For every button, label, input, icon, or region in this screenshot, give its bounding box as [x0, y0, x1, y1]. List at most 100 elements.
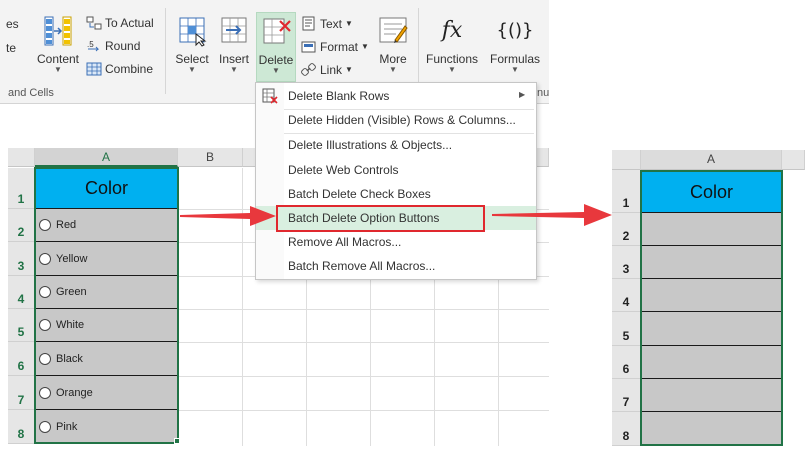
- chevron-down-icon: ▼: [511, 65, 519, 74]
- text-button[interactable]: Text ▼: [301, 16, 353, 31]
- select-all-corner[interactable]: [612, 150, 641, 170]
- more-button[interactable]: More ▼: [372, 14, 414, 74]
- cell-a8[interactable]: Pink: [35, 410, 178, 443]
- menu-item-delete-illustrations-objects[interactable]: Delete Illustrations & Objects...: [256, 133, 536, 157]
- column-header-a[interactable]: A: [35, 148, 178, 167]
- insert-button[interactable]: Insert ▼: [214, 14, 254, 74]
- radio-icon: [39, 252, 51, 265]
- chevron-down-icon: ▼: [272, 66, 280, 75]
- row-header-6[interactable]: 6: [8, 342, 35, 376]
- row-header-7[interactable]: 7: [8, 376, 35, 410]
- menu-item-batch-remove-all-macros[interactable]: Batch Remove All Macros...: [256, 254, 536, 278]
- menu-item-delete-blank-rows[interactable]: Delete Blank Rows: [256, 84, 536, 108]
- cell-a2[interactable]: [641, 213, 782, 246]
- row-header-2[interactable]: 2: [612, 213, 641, 246]
- row-header-5[interactable]: 5: [612, 312, 641, 346]
- delete-button[interactable]: Delete ▼: [256, 12, 296, 82]
- formulas-button[interactable]: {()} Formulas ▼: [486, 14, 544, 74]
- partial-label-1: es: [6, 17, 19, 31]
- option-button-black[interactable]: Black: [39, 352, 83, 365]
- row-header-4[interactable]: 4: [8, 276, 35, 309]
- cell-a7[interactable]: [641, 379, 782, 412]
- cell-a3[interactable]: [641, 246, 782, 279]
- row-header-3[interactable]: 3: [612, 246, 641, 279]
- option-button-red[interactable]: Red: [39, 219, 76, 231]
- gridline: [782, 170, 783, 446]
- row-header-7[interactable]: 7: [612, 379, 641, 412]
- content-button[interactable]: Content ▼: [34, 14, 82, 74]
- to-actual-button[interactable]: To Actual: [86, 16, 154, 30]
- cell-a7[interactable]: Orange: [35, 376, 178, 410]
- row-header-1[interactable]: 1: [612, 170, 641, 213]
- row-header-8[interactable]: 8: [8, 410, 35, 444]
- column-header-b[interactable]: B: [178, 148, 243, 167]
- insert-icon: [221, 17, 247, 43]
- cell-a1-header[interactable]: Color: [35, 168, 178, 209]
- chevron-right-icon: ▶: [519, 90, 526, 99]
- option-label: Black: [56, 352, 83, 365]
- format-label: Format: [320, 39, 359, 54]
- cell-a6[interactable]: [641, 346, 782, 379]
- chevron-down-icon: ▼: [361, 42, 369, 51]
- option-button-orange[interactable]: Orange: [39, 386, 93, 399]
- round-icon: .5: [87, 40, 100, 52]
- row-header-3[interactable]: 3: [8, 242, 35, 276]
- chevron-down-icon: ▼: [345, 19, 353, 28]
- chevron-down-icon: ▼: [188, 65, 196, 74]
- radio-icon: [39, 352, 51, 365]
- gridline: [178, 376, 549, 377]
- menu-item-delete-web-controls[interactable]: Delete Web Controls: [256, 158, 536, 182]
- cell-a4[interactable]: Green: [35, 276, 178, 309]
- row-header-2[interactable]: 2: [8, 209, 35, 242]
- cell-a5[interactable]: [641, 312, 782, 346]
- option-button-pink[interactable]: Pink: [39, 420, 78, 433]
- round-button[interactable]: .5 Round: [86, 39, 140, 53]
- ribbon-separator: [165, 8, 166, 94]
- cell-a1-header[interactable]: Color: [641, 171, 782, 213]
- option-label: Pink: [56, 420, 78, 433]
- format-button[interactable]: Format ▼: [301, 39, 369, 54]
- link-label: Link: [320, 62, 343, 77]
- group-label-cells: and Cells: [8, 87, 54, 99]
- select-all-corner[interactable]: [8, 148, 35, 167]
- delete-label: Delete: [258, 53, 294, 67]
- gridline: [178, 342, 549, 343]
- row-header-4[interactable]: 4: [612, 279, 641, 312]
- radio-icon: [39, 319, 51, 331]
- row-header-8[interactable]: 8: [612, 412, 641, 446]
- cell-a8[interactable]: [641, 412, 782, 444]
- option-button-white[interactable]: White: [39, 319, 84, 331]
- more-icon: [379, 17, 408, 43]
- chevron-down-icon: ▼: [230, 65, 238, 74]
- option-button-green[interactable]: Green: [39, 286, 87, 298]
- round-label: Round: [105, 39, 141, 53]
- select-button[interactable]: Select ▼: [172, 14, 212, 74]
- option-button-yellow[interactable]: Yellow: [39, 252, 87, 265]
- link-button[interactable]: Link ▼: [301, 62, 353, 77]
- option-label: Orange: [56, 386, 93, 399]
- arrow-right-icon: [180, 206, 276, 226]
- row-header-5[interactable]: 5: [8, 309, 35, 342]
- column-header-a[interactable]: A: [641, 150, 782, 170]
- cell-a3[interactable]: Yellow: [35, 242, 178, 276]
- fill-handle[interactable]: [174, 438, 180, 444]
- format-icon: [301, 41, 316, 53]
- fx-icon: fx: [441, 18, 463, 43]
- partial-label-2: te: [6, 41, 17, 55]
- cell-a4[interactable]: [641, 279, 782, 312]
- row-header-6[interactable]: 6: [612, 346, 641, 379]
- more-label: More: [379, 52, 407, 66]
- arrow-right-icon: [492, 204, 612, 226]
- cell-a5[interactable]: White: [35, 309, 178, 342]
- menu-item-remove-all-macros[interactable]: Remove All Macros...: [256, 230, 536, 254]
- menu-item-delete-hidden-rows-columns[interactable]: Delete Hidden (Visible) Rows & Columns..…: [256, 108, 536, 132]
- text-label: Text: [320, 16, 343, 31]
- cell-a2[interactable]: Red: [35, 209, 178, 242]
- combine-button[interactable]: Combine: [86, 62, 153, 76]
- cell-a6[interactable]: Black: [35, 342, 178, 376]
- content-label: Content: [36, 52, 80, 66]
- row-header-1[interactable]: 1: [8, 168, 35, 209]
- functions-label: Functions: [425, 52, 479, 66]
- functions-button[interactable]: fx Functions ▼: [424, 14, 480, 74]
- group-label-partial: nu: [537, 87, 550, 99]
